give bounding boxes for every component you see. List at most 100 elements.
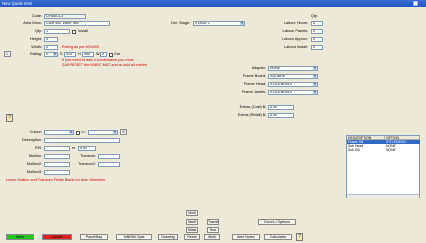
description-field[interactable] bbox=[44, 138, 120, 143]
height-label: Height: bbox=[29, 37, 42, 41]
table-cell[interactable]: NONE bbox=[385, 148, 420, 152]
frame-board-label: Frame Board: bbox=[242, 74, 266, 78]
labour-panels-field[interactable]: 0 bbox=[311, 29, 323, 34]
title-bar: New Quote Item bbox=[0, 0, 426, 7]
mullion2-label: Mullion2: bbox=[26, 162, 42, 166]
transom-label: Transom: bbox=[80, 154, 96, 158]
area-desc-label: Area Desc: bbox=[23, 21, 42, 25]
colour-op: <> bbox=[81, 130, 86, 134]
s-button[interactable]: S bbox=[120, 129, 127, 135]
rating-h-label: H bbox=[78, 52, 81, 56]
table-row[interactable]: Sub Sill bbox=[347, 148, 385, 152]
frame-head-value: STD-ENS010 bbox=[270, 82, 292, 86]
lock-icon[interactable]: ? bbox=[6, 114, 13, 122]
panel-bay-button[interactable]: Panel/Bay bbox=[80, 234, 108, 240]
quote-item-window: New Quote Item Code: CF400-1-1 Area Desc… bbox=[0, 0, 426, 243]
infill-options-button[interactable]: Infill/Sill Opts bbox=[116, 234, 152, 240]
rating-value: S bbox=[46, 52, 49, 56]
window-title: New Quote Item bbox=[2, 1, 33, 6]
tear-button[interactable]: Tear bbox=[207, 227, 219, 233]
mask-button[interactable]: Mask bbox=[186, 227, 198, 233]
item-notes-button[interactable]: Item Notes bbox=[232, 234, 260, 240]
adapter-select[interactable]: NONE ▼ bbox=[268, 66, 318, 71]
mullion2-field[interactable] bbox=[44, 162, 70, 167]
chevron-down-icon: ▼ bbox=[240, 21, 244, 25]
rating-s-label: S bbox=[60, 52, 63, 56]
rating-height-field[interactable]: 410 bbox=[64, 52, 76, 57]
rating-z-field[interactable]: 0 bbox=[100, 52, 107, 57]
rating-label: Rating: bbox=[29, 52, 42, 56]
colour-label: Colour: bbox=[29, 130, 42, 134]
colour-checkbox[interactable] bbox=[76, 131, 80, 135]
code-field[interactable]: CF400-1-1 bbox=[44, 14, 86, 19]
labour-install-field[interactable]: 0 bbox=[311, 45, 323, 50]
colour-select[interactable]: ▼ bbox=[44, 130, 74, 135]
doors-options-button[interactable]: Door's / Options bbox=[258, 219, 296, 225]
warning-line-2: ZAP/RESET the MARC MAT and re-add all en… bbox=[62, 63, 148, 67]
colour2-select[interactable]: ▼ bbox=[88, 130, 118, 135]
close-icon[interactable] bbox=[413, 1, 418, 6]
width-field[interactable]: 0 bbox=[44, 45, 58, 50]
pb-label: P/B: bbox=[34, 146, 42, 150]
frame-jambs-select[interactable]: STD-ENS010 ▼ bbox=[268, 90, 318, 95]
chevron-down-icon: ▼ bbox=[313, 82, 317, 86]
extras-retail-field[interactable]: 0.00 bbox=[268, 113, 294, 118]
options-grid[interactable]: DESCRIPTION OPTION Frame Sill STD-ENS010… bbox=[346, 135, 420, 198]
pb-price-field[interactable]: 0.00 bbox=[78, 146, 96, 151]
pb-mult: m bbox=[72, 146, 76, 150]
labour-install-label: Labour Install: bbox=[284, 45, 308, 49]
area-desc-field[interactable]: CDM 400 1WAY WB bbox=[44, 21, 110, 26]
rating-select[interactable]: S ▼ bbox=[44, 52, 58, 57]
help-icon[interactable]: ? bbox=[296, 233, 303, 241]
install-label: Install bbox=[78, 29, 88, 33]
del-stage-value: STAGE 1 bbox=[195, 21, 210, 25]
multi2-button[interactable]: Multi bbox=[186, 219, 198, 225]
labour-hours-field[interactable]: 0 bbox=[311, 21, 323, 26]
calculator-button[interactable]: Calculator bbox=[264, 234, 292, 240]
adapter-label: Adapter: bbox=[251, 66, 266, 70]
extras-cost-field[interactable]: 0.00 bbox=[268, 105, 294, 110]
grid-scrollbar[interactable] bbox=[347, 194, 419, 198]
chevron-down-icon: ▼ bbox=[313, 74, 317, 78]
multi-button[interactable]: Multi bbox=[186, 210, 198, 216]
reset-button[interactable]: Reset bbox=[184, 234, 200, 240]
qty-header: Qty: bbox=[311, 14, 318, 18]
qty-field[interactable]: 1 bbox=[44, 29, 70, 34]
frame-head-select[interactable]: STD-ENS010 ▼ bbox=[268, 82, 318, 87]
cal-label: Cal bbox=[114, 52, 120, 56]
frame-board-value: SQUARE bbox=[270, 74, 286, 78]
rating-width-field[interactable]: 490 bbox=[82, 52, 94, 57]
cal-checkbox[interactable] bbox=[109, 53, 113, 57]
del-stage-select[interactable]: STAGE 1 ▼ bbox=[193, 21, 245, 26]
transfer-button[interactable]: Transf bbox=[207, 219, 219, 225]
cancel-button[interactable]: Cancel bbox=[42, 234, 72, 240]
code-label: Code: bbox=[31, 14, 42, 18]
labour-approv-field[interactable]: 0 bbox=[311, 37, 323, 42]
extras-retail-label: Extras (Retail) $: bbox=[237, 113, 266, 117]
l-button[interactable]: L bbox=[4, 51, 11, 57]
width-label: Width: bbox=[31, 45, 42, 49]
save-button[interactable]: Save bbox=[6, 234, 34, 240]
transom-field[interactable] bbox=[98, 154, 120, 159]
pb-field[interactable] bbox=[44, 146, 70, 151]
transom2-label: Transom2: bbox=[77, 162, 96, 166]
mullion-field[interactable] bbox=[44, 154, 70, 159]
extras-cost-label: Extras (Cost) $: bbox=[239, 105, 266, 109]
frame-jambs-label: Frame Jambs: bbox=[241, 90, 266, 94]
frame-board-select[interactable]: SQUARE ▼ bbox=[268, 74, 318, 79]
chevron-down-icon: ▼ bbox=[113, 130, 117, 134]
multi-bottom-button[interactable]: Multi bbox=[204, 234, 220, 240]
rating-note: Rating as per AS4000 bbox=[62, 45, 99, 49]
labour-approv-label: Labour Approv: bbox=[282, 37, 308, 41]
frame-jambs-value: STD-ENS010 bbox=[270, 90, 292, 94]
chevron-down-icon: ▼ bbox=[69, 130, 73, 134]
drawing-button[interactable]: Drawing bbox=[158, 234, 178, 240]
mullion3-label: Mullion3: bbox=[26, 170, 42, 174]
frame-head-label: Frame Head: bbox=[243, 82, 266, 86]
install-checkbox[interactable] bbox=[72, 30, 76, 34]
auto-selection-note: Leave Mullion and Transom Fields Blank f… bbox=[6, 178, 106, 182]
height-field[interactable]: 0 bbox=[44, 37, 58, 42]
labour-hours-label: Labour Hours: bbox=[283, 21, 308, 25]
mullion3-field[interactable] bbox=[44, 170, 70, 175]
transom2-field[interactable] bbox=[98, 162, 120, 167]
